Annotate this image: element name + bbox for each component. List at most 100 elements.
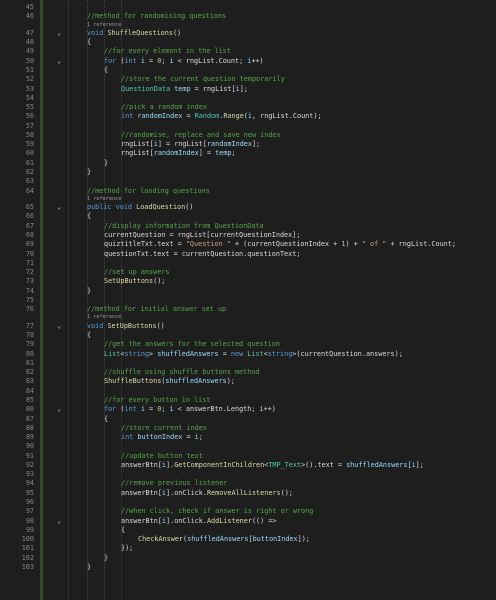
code-line[interactable]: 57	[0, 122, 496, 131]
codelens-reference-count[interactable]: 1 reference	[87, 314, 121, 321]
code-token: SetUpButtons	[104, 277, 154, 286]
code-line[interactable]: 55 //pick a random index	[0, 103, 496, 112]
code-line[interactable]: 75	[0, 296, 496, 305]
code-line[interactable]: 90	[0, 442, 496, 451]
code-line[interactable]: 87 {	[0, 415, 496, 424]
code-line[interactable]: 48 {	[0, 38, 496, 47]
code-line[interactable]: 77 ⌄ void SetUpButtons()	[0, 322, 496, 331]
code-line[interactable]: 99 {	[0, 526, 496, 535]
code-line[interactable]: 71	[0, 259, 496, 268]
code-line[interactable]: 50 ⌄ for (int i = 0; i < rngList.Count; i+…	[0, 57, 496, 66]
code-line[interactable]: 79 //get the answers for the selected que…	[0, 340, 496, 349]
code-line[interactable]: 52 //store the current question temporari…	[0, 75, 496, 84]
code-token: ShuffleQuestions	[107, 28, 173, 37]
code-editor[interactable]: 45 46//method for randomising questions 1 …	[0, 0, 496, 600]
code-token: }	[104, 158, 109, 167]
code-token: CheckAnswer	[138, 535, 184, 544]
code-line[interactable]: 68 currentQuestion = rngList[currentQuest…	[0, 231, 496, 240]
code-token: ();	[280, 488, 293, 497]
code-line[interactable]: 83 ShuffleButtons(shuffledAnswers);	[0, 377, 496, 386]
code-line[interactable]: 51 {	[0, 66, 496, 75]
code-line[interactable]: 46 //method for randomising questions	[0, 12, 496, 21]
fold-chevron-icon[interactable]: ⌄	[57, 203, 61, 212]
code-line[interactable]: 45	[0, 3, 496, 12]
code-line[interactable]: 65 ⌄ public void LoadQuestion()	[0, 203, 496, 212]
line-number: 63	[25, 177, 34, 186]
code-line[interactable]: 91 //update button text	[0, 452, 496, 461]
code-line[interactable]: 92 answerBtn[i].GetComponentInChildren<TM…	[0, 461, 496, 470]
code-line[interactable]: 95 answerBtn[i].onClick.RemoveAllListener…	[0, 489, 496, 498]
code-line[interactable]: 72 //set up answers	[0, 268, 496, 277]
code-line[interactable]: 74}	[0, 287, 496, 296]
code-token: {	[104, 66, 109, 75]
code-line[interactable]: 56 int randomIndex = Random.Range(i, rngL…	[0, 112, 496, 121]
code-line[interactable]: 61}	[0, 159, 496, 168]
code-token: ;	[198, 433, 203, 442]
code-line[interactable]: 78 {	[0, 331, 496, 340]
code-text: //method for laoding questions	[87, 187, 210, 196]
fold-chevron-icon[interactable]: ⌄	[57, 322, 61, 331]
code-line[interactable]: 103}	[0, 563, 496, 572]
code-line[interactable]: 85 //for every button in list	[0, 396, 496, 405]
code-text: int buttonIndex = i;	[121, 433, 203, 442]
code-line[interactable]: 62}	[0, 168, 496, 177]
code-line[interactable]: 59 rngList[i] = rngList[randomIndex];	[0, 140, 496, 149]
code-line[interactable]: 97 //when click, check if answer is right…	[0, 507, 496, 516]
code-token: + rngList.Count;	[386, 240, 456, 249]
code-line[interactable]: 70 questionTxt.text = currentQuestion.que…	[0, 250, 496, 259]
code-line[interactable]: 64 //method for laoding questions	[0, 187, 496, 196]
line-number: 46	[25, 12, 34, 21]
fold-chevron-icon[interactable]: ⌄	[57, 57, 61, 66]
code-line[interactable]: 100 CheckAnswer(shuffledAnswers[buttonInd…	[0, 535, 496, 544]
code-line[interactable]: 89 int buttonIndex = i;	[0, 433, 496, 442]
code-token: void	[87, 321, 108, 330]
code-text: {	[87, 212, 91, 221]
code-token: ShuffleButtons	[104, 377, 162, 386]
code-token: for	[104, 56, 121, 65]
codelens-reference-count[interactable]: 1 reference	[87, 22, 121, 29]
code-text: //for every button in list	[104, 396, 210, 405]
code-text: {	[104, 66, 108, 75]
code-line[interactable]: 66 {	[0, 212, 496, 221]
code-token: currentQuestion = rngList[currentQuestio…	[104, 231, 301, 239]
line-number: 100	[21, 535, 34, 544]
code-line[interactable]: 84	[0, 387, 496, 396]
line-number: 97	[25, 507, 34, 516]
code-line[interactable]: 49 //for every element in the list	[0, 47, 496, 56]
code-line[interactable]: 69 quiztitleTxt.text = "Question " + (cur…	[0, 240, 496, 249]
code-line[interactable]: 76 //method for initial answer set up	[0, 305, 496, 314]
code-line[interactable]: 88 //store current index	[0, 424, 496, 433]
fold-chevron-icon[interactable]: ⌄	[57, 29, 61, 38]
code-token: (() =>	[251, 516, 277, 525]
code-line[interactable]: 96	[0, 498, 496, 507]
code-line[interactable]: 47 ⌄ void ShuffleQuestions()	[0, 29, 496, 38]
code-line[interactable]: 67 //display information from QuestionDat…	[0, 222, 496, 231]
code-line[interactable]: 101});	[0, 544, 496, 553]
code-line[interactable]: 53 QuestionData temp = rngList[i];	[0, 85, 496, 94]
code-line[interactable]: 58 //randomise, replace and save new inde…	[0, 131, 496, 140]
code-text: {	[87, 38, 91, 47]
code-token: new	[230, 349, 248, 358]
code-text: //update button text	[121, 452, 203, 461]
code-line[interactable]: 86 ⌄ for (int i = 0; i < answerBtn.Length;…	[0, 405, 496, 414]
code-token: >	[149, 349, 158, 358]
fold-chevron-icon[interactable]: ⌄	[57, 405, 61, 414]
code-line[interactable]: 80 List<string> shuffledAnswers = new Lis…	[0, 350, 496, 359]
code-text: CheckAnswer(shuffledAnswers[buttonIndex]…	[138, 535, 310, 544]
code-line[interactable]: 54	[0, 94, 496, 103]
code-line[interactable]: 94 //remove previous listener	[0, 479, 496, 488]
code-text: {	[87, 331, 91, 340]
code-line[interactable]: 73 SetUpButtons();	[0, 277, 496, 286]
code-line[interactable]: 81	[0, 359, 496, 368]
fold-chevron-icon[interactable]: ⌄	[57, 517, 61, 526]
code-line[interactable]: 63	[0, 177, 496, 186]
code-line[interactable]: 93	[0, 470, 496, 479]
line-number: 86	[25, 405, 34, 414]
codelens-reference-count[interactable]: 1 reference	[87, 196, 121, 203]
code-line[interactable]: 60 rngList[randomIndex] = temp;	[0, 149, 496, 158]
code-line[interactable]: 98 ⌄ answerBtn[i].onClick.AddListener(() =…	[0, 517, 496, 526]
line-number: 70	[25, 249, 34, 258]
code-line[interactable]: 82 //shuffle using shuffle buttons method	[0, 368, 496, 377]
code-token: =	[182, 112, 195, 121]
code-line[interactable]: 102}	[0, 554, 496, 563]
